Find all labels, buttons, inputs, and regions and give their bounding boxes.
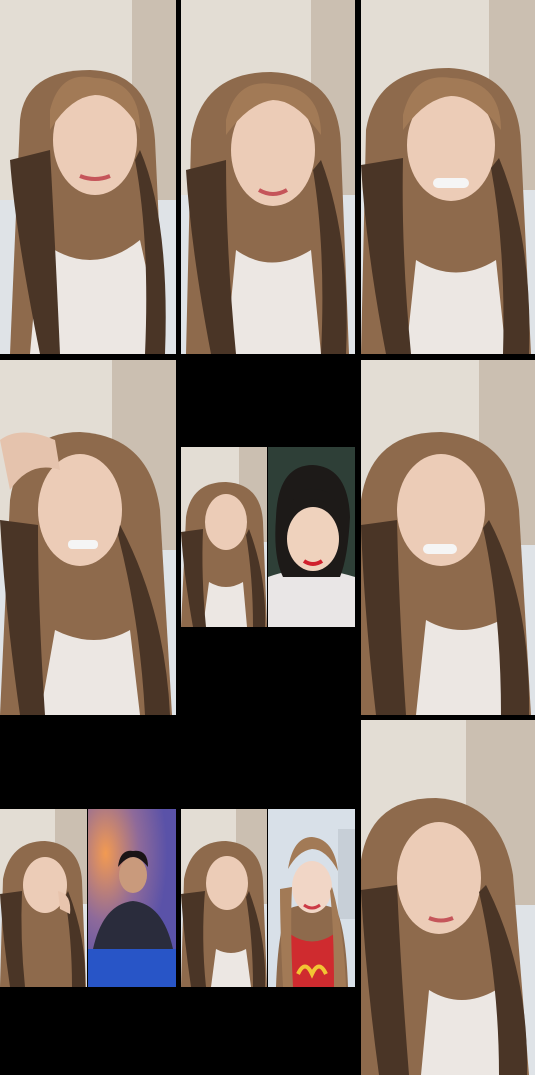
person-frame-5b [268, 447, 355, 627]
video-tile-2 [181, 0, 355, 354]
black-panel-center-bottom-2 [181, 988, 355, 1075]
person-frame-3 [361, 0, 535, 354]
person-frame-8b [268, 809, 355, 987]
video-tile-4 [0, 360, 176, 715]
split-tile-7-left [0, 809, 87, 987]
person-frame-7a [0, 809, 87, 987]
black-panel-left-bottom [0, 988, 176, 1075]
split-tile-5-left [181, 447, 267, 627]
person-frame-9 [361, 720, 535, 1075]
video-tile-9 [361, 720, 535, 1075]
person-frame-2 [181, 0, 355, 354]
split-tile-7-right [88, 809, 176, 987]
split-tile-8-right [268, 809, 355, 987]
person-frame-6 [361, 360, 535, 715]
video-tile-1 [0, 0, 176, 354]
person-frame-1 [0, 0, 176, 354]
person-frame-7b [88, 809, 176, 987]
black-panel-center-top [181, 360, 355, 446]
split-tile-8-left [181, 809, 267, 987]
black-panel-center-mid [181, 716, 355, 808]
black-panel-center-bottom [181, 628, 355, 716]
video-tile-3 [361, 0, 535, 354]
person-frame-4 [0, 360, 176, 715]
person-frame-5a [181, 447, 267, 627]
black-panel-left-mid [0, 716, 176, 808]
person-frame-8a [181, 809, 267, 987]
video-tile-6 [361, 360, 535, 715]
split-tile-5-right [268, 447, 355, 627]
